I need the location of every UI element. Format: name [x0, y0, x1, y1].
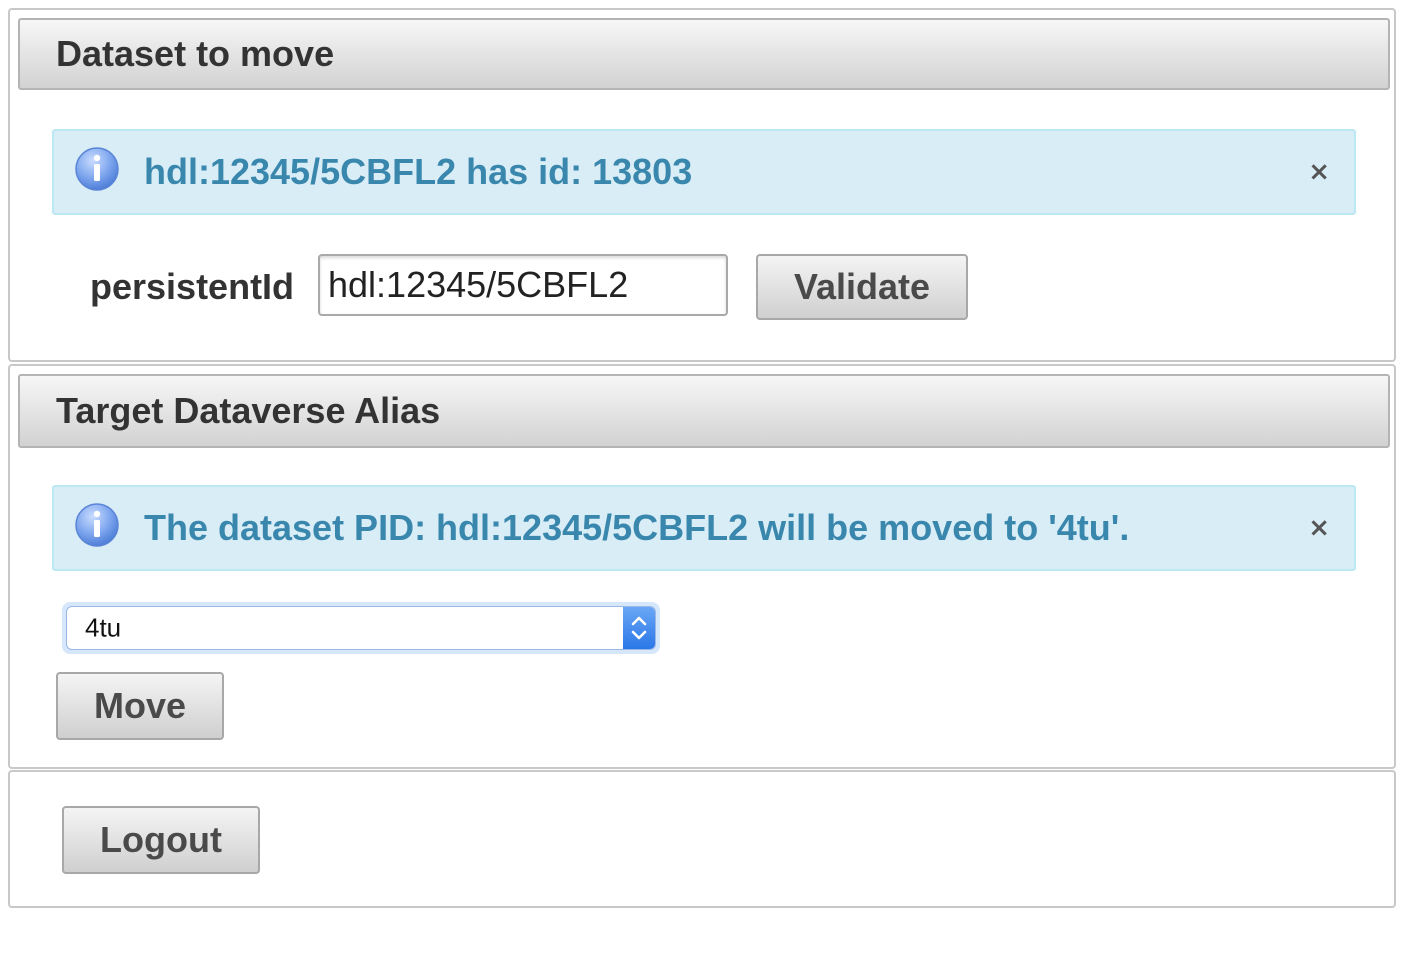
target-alias-selected-value: 4tu: [85, 612, 122, 643]
target-panel-title: Target Dataverse Alias: [56, 390, 441, 431]
persistent-id-label: persistentId: [90, 266, 295, 307]
info-icon: [75, 147, 119, 191]
persistent-id-input[interactable]: [318, 254, 728, 316]
target-panel: Target Dataverse Alias The dataset PID: …: [8, 364, 1396, 769]
logout-button[interactable]: Logout: [62, 806, 260, 874]
chevron-up-down-icon[interactable]: [623, 607, 655, 649]
dataset-panel: Dataset to move hdl:12345/5CBFL2 has id:…: [8, 8, 1396, 362]
chevron-up-down-icon-glyph: [631, 616, 647, 640]
target-alias-select[interactable]: 4tu: [62, 602, 660, 654]
dataset-panel-title: Dataset to move: [56, 33, 335, 74]
close-icon[interactable]: ×: [1308, 515, 1330, 541]
info-icon: [75, 503, 119, 547]
close-icon[interactable]: ×: [1308, 159, 1330, 185]
target-alias-select-box[interactable]: 4tu: [66, 606, 656, 650]
target-panel-header: Target Dataverse Alias: [18, 374, 1390, 448]
dataset-info-message: hdl:12345/5CBFL2 has id: 13803 ×: [52, 129, 1356, 215]
logout-panel: Logout: [8, 770, 1396, 908]
move-button[interactable]: Move: [56, 672, 224, 740]
target-info-message: The dataset PID: hdl:12345/5CBFL2 will b…: [52, 485, 1356, 571]
target-info-text: The dataset PID: hdl:12345/5CBFL2 will b…: [144, 507, 1130, 548]
dataset-info-text: hdl:12345/5CBFL2 has id: 13803: [144, 151, 693, 192]
validate-button[interactable]: Validate: [756, 254, 968, 320]
dataset-panel-header: Dataset to move: [18, 18, 1390, 90]
